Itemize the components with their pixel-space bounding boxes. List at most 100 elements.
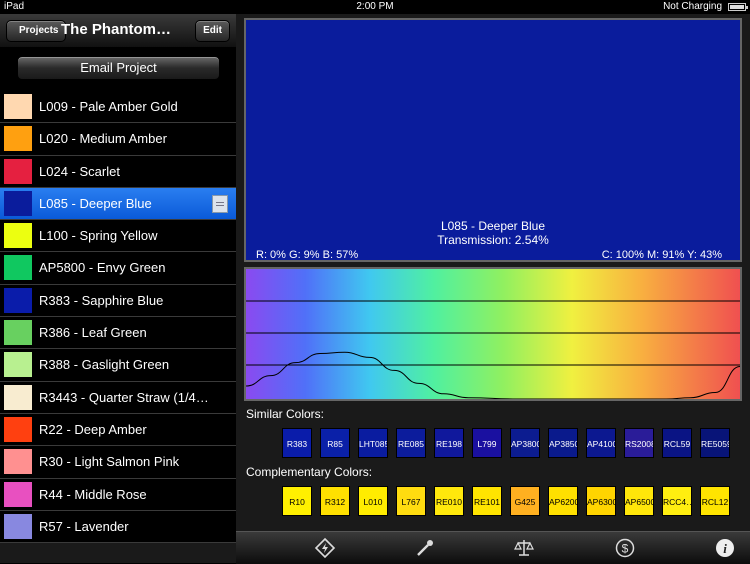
gel-row[interactable]: R383 - Sapphire Blue: [0, 284, 236, 318]
gel-row[interactable]: R388 - Gaslight Green: [0, 349, 236, 382]
similar-color-chip[interactable]: RE5059: [700, 428, 730, 458]
filter-icon[interactable]: [414, 537, 436, 559]
gel-swatch: [4, 158, 32, 184]
sidebar: Projects The Phantom… Edit Email Project…: [0, 14, 236, 563]
complementary-colors-label: Complementary Colors:: [246, 465, 373, 479]
gel-label: R388 - Gaslight Green: [39, 357, 170, 373]
spectrum-background: [246, 269, 740, 399]
cmy-values: C: 100% M: 91% Y: 43%: [601, 249, 722, 261]
complementary-color-chip[interactable]: RE010: [434, 486, 464, 516]
similar-color-chip[interactable]: R383: [282, 428, 312, 458]
gel-label: R30 - Light Salmon Pink: [39, 454, 180, 470]
gel-swatch: [4, 449, 32, 475]
svg-text:i: i: [723, 541, 727, 556]
edit-button[interactable]: Edit: [195, 20, 230, 42]
gel-swatch: [4, 94, 32, 119]
gel-row[interactable]: R30 - Light Salmon Pink: [0, 446, 236, 479]
complementary-color-chip[interactable]: RCC4…: [662, 486, 692, 516]
info-icon[interactable]: i: [714, 537, 736, 559]
battery-icon: [728, 3, 748, 11]
gel-swatch: [4, 416, 32, 442]
projects-back-button[interactable]: Projects: [6, 20, 67, 42]
gel-label: AP5800 - Envy Green: [39, 260, 166, 276]
email-area: Email Project: [0, 47, 236, 91]
gel-row[interactable]: L009 - Pale Amber Gold: [0, 91, 236, 124]
share-icon[interactable]: [314, 537, 336, 559]
note-icon[interactable]: [212, 194, 228, 213]
similar-color-chip[interactable]: RCL59: [662, 428, 692, 458]
gel-swatch: [4, 320, 32, 346]
gel-label: L020 - Medium Amber: [39, 131, 167, 147]
compare-icon[interactable]: [513, 537, 535, 559]
complementary-color-chip[interactable]: G425: [510, 486, 540, 516]
gel-swatch: [4, 481, 32, 507]
edit-label: Edit: [203, 25, 222, 36]
gel-row[interactable]: R3443 - Quarter Straw (1/4…: [0, 381, 236, 414]
gel-swatch: [4, 255, 32, 281]
gel-name: L085 - Deeper Blue: [440, 219, 546, 233]
complementary-color-chip[interactable]: R312: [320, 486, 350, 516]
email-project-button[interactable]: Email Project: [17, 56, 220, 80]
gel-label: R3443 - Quarter Straw (1/4…: [39, 389, 209, 405]
complementary-color-chip[interactable]: AP6500: [624, 486, 654, 516]
gel-row[interactable]: R22 - Deep Amber: [0, 413, 236, 447]
transmission: Transmission: 2.54%: [437, 233, 549, 247]
gel-list: L009 - Pale Amber Gold L020 - Medium Ambe…: [0, 91, 236, 544]
similar-color-chip[interactable]: RE198: [434, 428, 464, 458]
complementary-color-chip[interactable]: L010: [358, 486, 388, 516]
gel-row[interactable]: L100 - Spring Yellow: [0, 220, 236, 253]
gel-label: R386 - Leaf Green: [39, 325, 147, 341]
gel-swatch: [4, 287, 32, 313]
similar-color-chip[interactable]: RE085: [396, 428, 426, 458]
complementary-color-chip[interactable]: L767: [396, 486, 426, 516]
email-project-label: Email Project: [80, 60, 157, 75]
spectral-graph: [244, 267, 742, 401]
project-title: The Phantom…: [61, 21, 172, 38]
gel-label: L085 - Deeper Blue: [39, 195, 152, 211]
color-preview: L085 - Deeper Blue Transmission: 2.54% R…: [244, 18, 742, 262]
gel-label: L024 - Scarlet: [39, 163, 120, 179]
similar-color-chip[interactable]: RS2008: [624, 428, 654, 458]
gel-swatch: [4, 384, 32, 410]
gel-label: R383 - Sapphire Blue: [39, 292, 164, 308]
complementary-color-chip[interactable]: RE101: [472, 486, 502, 516]
clock: 2:00 PM: [356, 1, 394, 12]
complementary-color-chip[interactable]: AP6300: [586, 486, 616, 516]
gel-row[interactable]: L085 - Deeper Blue: [0, 187, 236, 221]
gel-swatch: [4, 190, 32, 216]
gel-swatch: [4, 513, 32, 539]
complementary-color-chip[interactable]: R10: [282, 486, 312, 516]
gel-row[interactable]: R44 - Middle Rose: [0, 478, 236, 511]
spectral-curve-svg: [246, 269, 740, 399]
gel-row[interactable]: R386 - Leaf Green: [0, 317, 236, 350]
gel-label: R22 - Deep Amber: [39, 421, 147, 437]
nav-bar: Projects The Phantom… Edit: [0, 14, 236, 48]
gel-detail: L085 - Deeper Blue Transmission: 2.54% R…: [236, 14, 750, 531]
svg-text:$: $: [622, 542, 629, 556]
status-bar: iPad 2:00 PM Not Charging: [0, 0, 750, 14]
gel-row[interactable]: L024 - Scarlet: [0, 155, 236, 188]
bottom-toolbar: $ i: [236, 531, 750, 564]
complementary-color-chip[interactable]: AP6200: [548, 486, 578, 516]
gel-row[interactable]: R57 - Lavender: [0, 510, 236, 544]
gel-label: L100 - Spring Yellow: [39, 228, 158, 244]
similar-color-chip[interactable]: L799: [472, 428, 502, 458]
gel-row[interactable]: L020 - Medium Amber: [0, 123, 236, 156]
gel-row[interactable]: AP5800 - Envy Green: [0, 252, 236, 285]
gel-swatch: [4, 223, 32, 249]
rgb-values: R: 0% G: 9% B: 57%: [256, 249, 359, 261]
similar-colors-label: Similar Colors:: [246, 407, 325, 421]
charging-status: Not Charging: [663, 1, 722, 12]
price-icon[interactable]: $: [614, 537, 636, 559]
complementary-color-chip[interactable]: RCL12: [700, 486, 730, 516]
similar-color-chip[interactable]: R85: [320, 428, 350, 458]
similar-color-chip[interactable]: AP4100: [586, 428, 616, 458]
gel-swatch: [4, 126, 32, 152]
gel-label: L009 - Pale Amber Gold: [39, 99, 178, 114]
projects-back-label: Projects: [19, 25, 59, 36]
similar-color-chip[interactable]: AP3850: [548, 428, 578, 458]
gel-label: R57 - Lavender: [39, 518, 129, 534]
similar-color-chip[interactable]: AP3800: [510, 428, 540, 458]
gel-label: R44 - Middle Rose: [39, 486, 147, 502]
similar-color-chip[interactable]: LHT085: [358, 428, 388, 458]
